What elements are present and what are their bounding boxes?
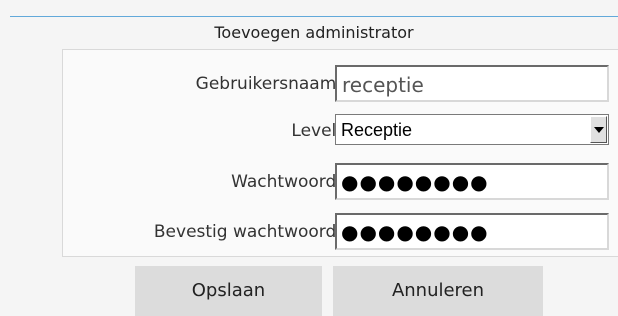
top-divider	[10, 16, 618, 17]
confirm-password-label: Bevestig wachtwoord:	[153, 222, 342, 242]
save-button[interactable]: Opslaan	[135, 266, 322, 316]
confirm-password-row: Bevestig wachtwoord: ●●●●●●●●	[63, 213, 618, 251]
level-select[interactable]: Receptie	[335, 114, 609, 145]
username-row: Gebruikersnaam: receptie	[63, 65, 618, 103]
username-label: Gebruikersnaam:	[195, 74, 342, 94]
confirm-password-masked-value: ●●●●●●●●	[341, 220, 489, 244]
password-row: Wachtwoord: ●●●●●●●●	[63, 163, 618, 201]
form-title: Toevoegen administrator	[214, 23, 414, 42]
form-panel: Gebruikersnaam: receptie Level: Receptie…	[62, 49, 618, 257]
password-label: Wachtwoord:	[231, 172, 342, 192]
cancel-button[interactable]: Annuleren	[333, 266, 543, 316]
level-row: Level: Receptie	[63, 112, 618, 150]
chevron-down-icon[interactable]	[590, 116, 607, 143]
confirm-password-input[interactable]: ●●●●●●●●	[335, 213, 609, 250]
password-masked-value: ●●●●●●●●	[341, 170, 489, 194]
username-input[interactable]: receptie	[335, 65, 609, 102]
username-value: receptie	[342, 73, 424, 97]
level-selected-value: Receptie	[341, 120, 413, 140]
password-input[interactable]: ●●●●●●●●	[335, 163, 609, 200]
